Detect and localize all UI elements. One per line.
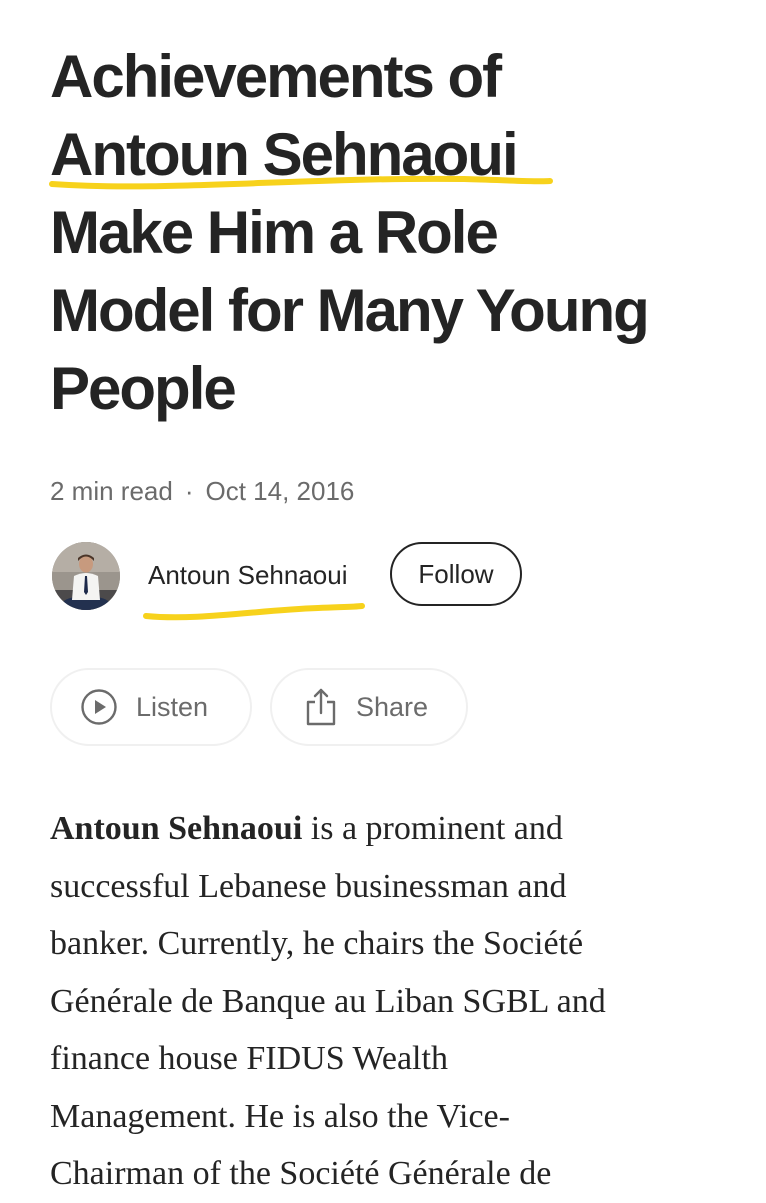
article-meta: 2 min read · Oct 14, 2016	[50, 476, 354, 507]
author-photo-icon	[52, 542, 120, 610]
title-line: People	[50, 355, 237, 422]
share-label: Share	[356, 691, 429, 722]
body-line: Générale de Banque au Liban SGBL and	[50, 982, 606, 1020]
read-time: 2 min read	[50, 476, 173, 506]
body-line: Chairman of the Société Générale de	[50, 1155, 552, 1192]
body-lead-bold: Antoun Sehnaoui	[50, 810, 303, 847]
body-line: finance house FIDUS Wealth	[50, 1040, 448, 1077]
listen-button[interactable]: Listen	[50, 668, 252, 746]
avatar[interactable]	[52, 542, 120, 610]
share-icon	[304, 687, 338, 727]
author-row: Antoun Sehnaoui Follow	[52, 540, 652, 612]
body-line: Management. He is also the Vice-	[50, 1097, 510, 1135]
article-body: Antoun Sehnaoui is a prominent and succe…	[50, 800, 740, 1203]
body-line-text: is a prominent and	[302, 810, 563, 847]
follow-button-label: Follow	[418, 558, 494, 589]
follow-button[interactable]: Follow	[390, 542, 522, 606]
listen-label: Listen	[136, 691, 209, 722]
body-line: successful Lebanese businessman and	[50, 867, 567, 905]
title-line: Make Him a Role	[50, 199, 499, 266]
author-name-link[interactable]: Antoun Sehnaoui	[148, 560, 348, 591]
title-line: Model for Many Young	[50, 277, 650, 344]
title-line-author-name: Antoun Sehnaoui	[50, 121, 519, 188]
share-button[interactable]: Share	[270, 668, 468, 746]
publish-date: Oct 14, 2016	[205, 476, 355, 506]
meta-separator: ·	[184, 476, 194, 506]
body-line: Antoun Sehnaoui is a prominent and	[50, 800, 740, 858]
play-circle-icon	[80, 688, 118, 726]
title-line: Achievements of	[50, 43, 502, 110]
body-line: banker. Currently, he chairs the Société	[50, 925, 584, 962]
article-title: Achievements of Antoun Sehnaoui Make Him…	[50, 38, 740, 428]
